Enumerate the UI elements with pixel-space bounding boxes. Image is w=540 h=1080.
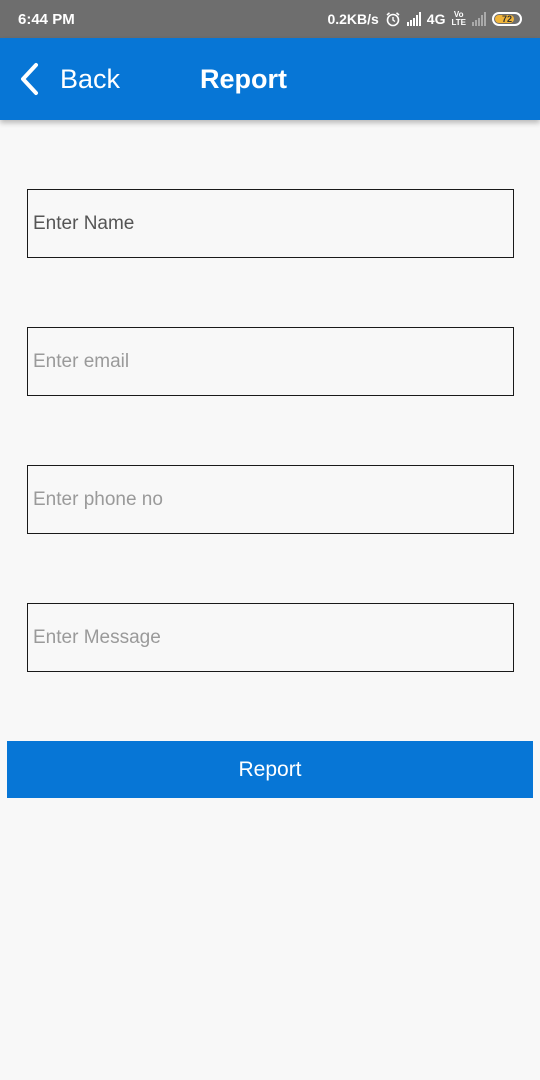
- volte-indicator: Vo LTE: [451, 11, 466, 27]
- page-title: Report: [200, 63, 287, 94]
- email-input[interactable]: [28, 328, 513, 395]
- battery-icon: 72: [492, 12, 522, 26]
- phone-input[interactable]: [28, 466, 513, 533]
- app-bar: Back Report: [0, 38, 540, 120]
- status-bar: 6:44 PM 0.2KB/s 4G Vo LTE 72: [0, 0, 540, 38]
- status-indicators: 0.2KB/s 4G Vo LTE 72: [327, 11, 522, 27]
- name-field-box: [27, 189, 514, 258]
- battery-level: 72: [501, 14, 512, 24]
- network-speed: 0.2KB/s: [327, 11, 379, 27]
- status-time: 6:44 PM: [18, 10, 75, 28]
- message-input[interactable]: [28, 604, 513, 671]
- signal-weak-icon: [472, 12, 486, 26]
- name-input[interactable]: [28, 190, 513, 257]
- chevron-left-icon: [21, 63, 38, 95]
- network-type: 4G: [426, 11, 446, 27]
- signal-icon: [406, 12, 421, 26]
- back-button[interactable]: Back: [18, 38, 120, 120]
- volte-bottom: LTE: [451, 18, 466, 27]
- phone-field-box: [27, 465, 514, 534]
- message-field-box: [27, 603, 514, 672]
- report-button[interactable]: Report: [7, 741, 533, 798]
- alarm-icon: [386, 12, 400, 27]
- back-label: Back: [60, 63, 121, 94]
- email-field-box: [27, 327, 514, 396]
